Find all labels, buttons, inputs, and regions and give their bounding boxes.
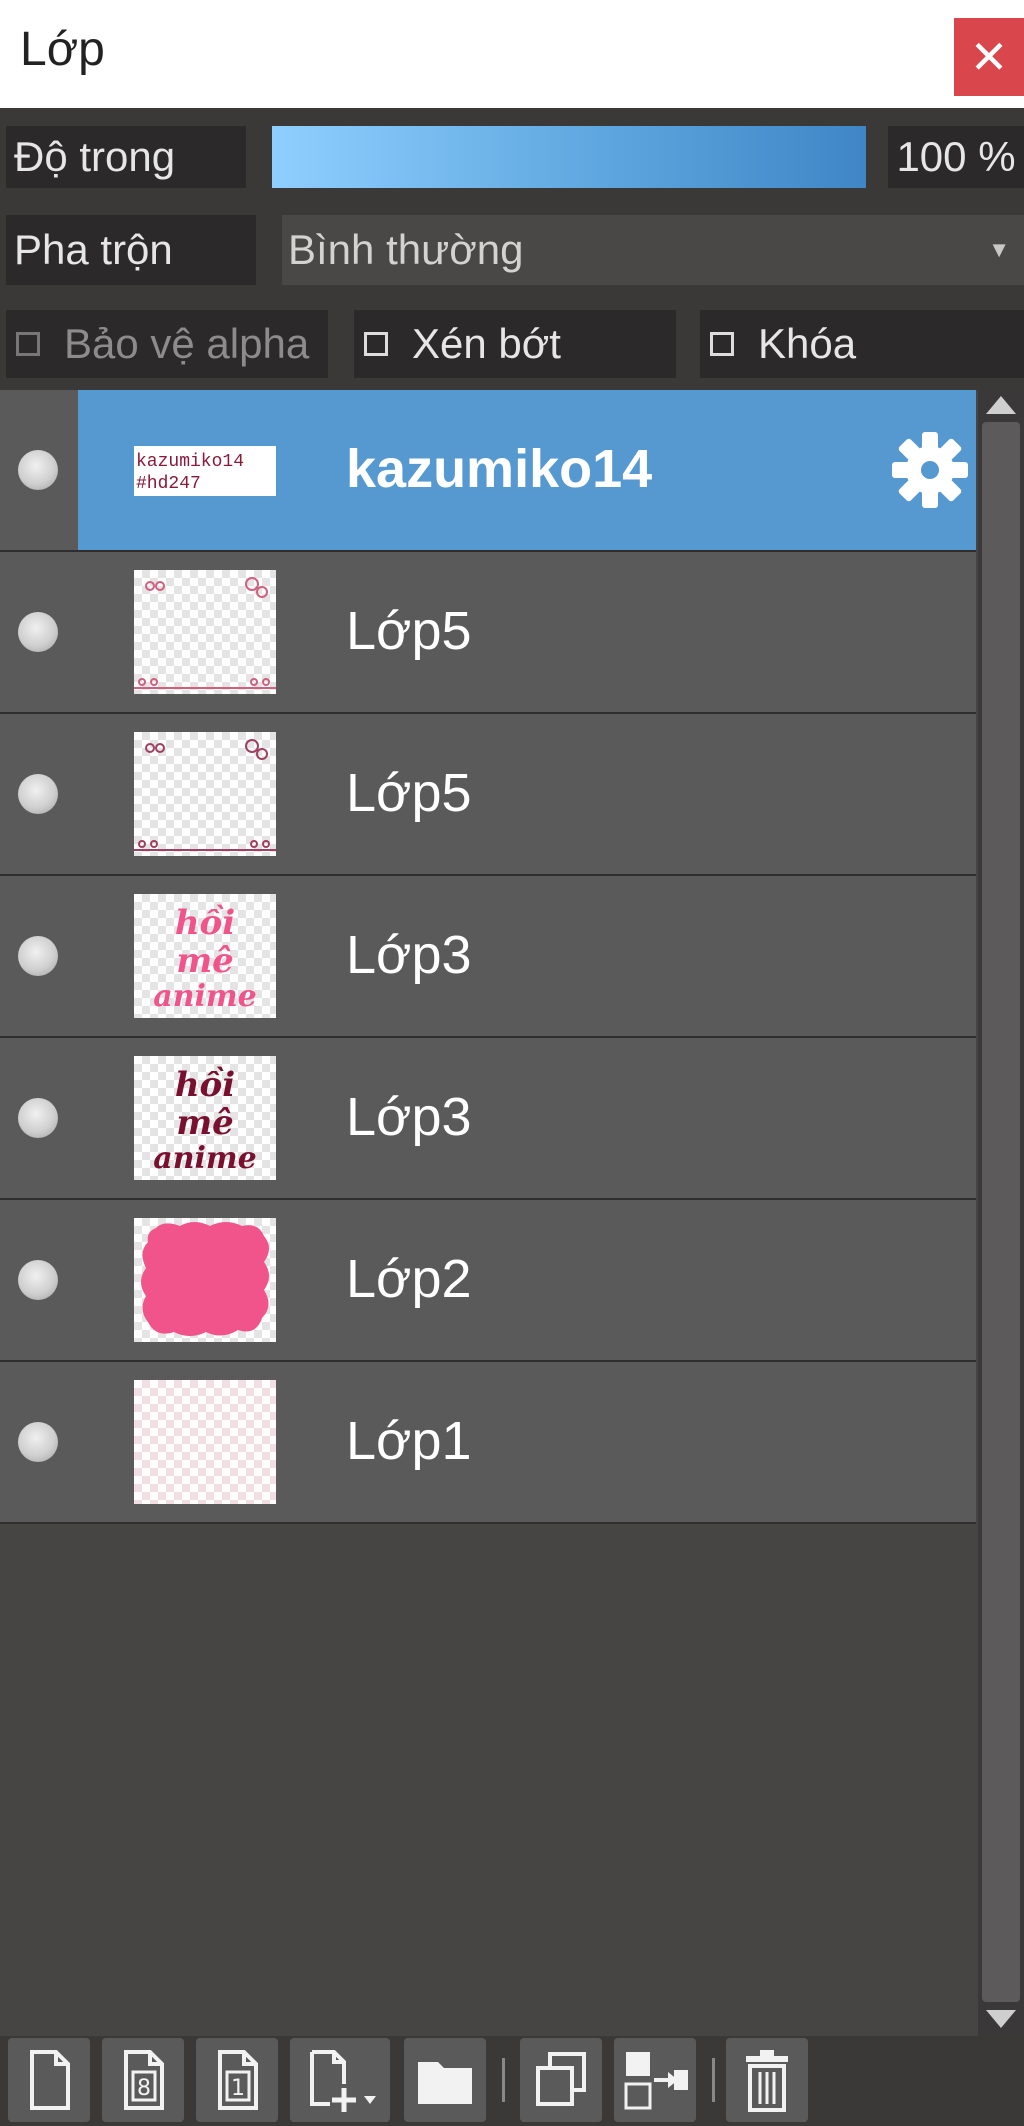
visibility-toggle-icon[interactable] [18,612,58,652]
protect-alpha-label: Bảo vệ alpha [64,320,310,367]
layer-thumbnail [134,732,276,856]
layer-row[interactable]: kazumiko14 #hd247 kazumiko14 [0,390,976,552]
add-layer-menu-icon [310,2050,376,2112]
blend-label: Pha trộn [6,215,256,285]
opacity-value[interactable]: 100 % [888,126,1024,188]
layer-name: Lớp3 [346,925,472,985]
opacity-slider[interactable] [272,126,866,188]
lock-label: Khóa [758,320,857,367]
layer-name: Lớp5 [346,763,472,823]
layer-row[interactable]: Lớp5 [0,714,976,876]
visibility-toggle-icon[interactable] [18,1098,58,1138]
new-8bit-layer-icon: 8 [124,2050,164,2110]
delete-layer-button[interactable] [726,2038,808,2122]
chevron-down-icon: ▼ [988,237,1010,262]
layer-thumbnail [134,1218,276,1342]
new-8bit-layer-button[interactable]: 8 [102,2038,184,2122]
panel-title: Lớp [20,23,105,76]
layer-thumbnail: hồi mê anime [134,894,276,1018]
thumb-word-1: hồi [175,903,235,943]
thumb-word-1: hồi [175,1065,235,1105]
checkbox-box [364,332,388,356]
layer-row[interactable]: hồi mê anime Lớp3 [0,1038,976,1200]
lettering-thumbnail-icon: hồi mê anime [153,903,256,1014]
layer-thumbnail: kazumiko14 #hd247 [134,408,276,532]
scroll-down-icon[interactable] [986,2010,1016,2028]
new-layer-button[interactable] [8,2038,90,2122]
opacity-label: Độ trong [6,126,246,188]
panel-titlebar: Lớp ✕ [0,0,1024,108]
thumb-word-3: anime [153,979,256,1014]
visibility-toggle-icon[interactable] [18,450,58,490]
thumb-word-3: anime [153,1141,256,1176]
layer-row[interactable]: hồi mê anime Lớp3 [0,876,976,1038]
protect-alpha-checkbox[interactable]: Bảo vệ alpha [6,310,328,378]
pink-shape-thumbnail-icon [141,1222,269,1336]
visibility-column [0,552,78,712]
clip-checkbox[interactable]: Xén bớt [354,310,676,378]
scroll-up-icon[interactable] [986,396,1016,414]
visibility-column [0,876,78,1036]
frame-thumbnail-icon [134,739,276,851]
visibility-toggle-icon[interactable] [18,774,58,814]
merge-down-icon [624,2052,688,2110]
visibility-toggle-icon[interactable] [18,1422,58,1462]
blend-mode-value: Bình thường [288,226,524,273]
new-layer-icon [30,2050,70,2110]
layer-list-scrollbar[interactable] [978,390,1024,2036]
blend-mode-select[interactable]: Bình thường ▼ [282,215,1024,285]
layer-thumbnail [134,1380,276,1504]
delete-layer-icon [746,2050,788,2112]
add-layer-menu-button[interactable] [290,2038,390,2122]
new-1bit-layer-button[interactable]: 1 [196,2038,278,2122]
layer-name: Lớp5 [346,601,472,661]
layer-name: Lớp1 [346,1411,472,1471]
duplicate-layer-icon [536,2052,586,2106]
layer-thumbnail [134,570,276,694]
duplicate-layer-button[interactable] [520,2038,602,2122]
new-1bit-layer-icon: 1 [218,2050,258,2110]
toolbar-divider [712,2058,715,2102]
new-folder-icon [418,2062,472,2104]
checkbox-box [710,332,734,356]
layer-name: Lớp3 [346,1087,472,1147]
new-folder-button[interactable] [404,2038,486,2122]
thumb-text-line-1: kazumiko14 [136,452,244,472]
layer-row[interactable]: Lớp5 [0,552,976,714]
thumb-word-2: mê [176,941,234,981]
lock-checkbox[interactable]: Khóa [700,310,1024,378]
visibility-column [0,714,78,874]
thumb-text-line-2: #hd247 [136,474,201,494]
visibility-column [0,1362,78,1522]
visibility-toggle-icon[interactable] [18,936,58,976]
layer-name: Lớp2 [346,1249,472,1309]
close-button[interactable]: ✕ [954,18,1024,96]
layer-row[interactable]: Lớp1 [0,1362,976,1524]
merge-down-button[interactable] [614,2038,696,2122]
toolbar-divider [502,2058,505,2102]
visibility-column [0,1038,78,1198]
text-thumbnail-icon: kazumiko14 #hd247 [134,408,276,532]
layer-list: kazumiko14 #hd247 kazumiko14 Lớp5 Lớp5 h… [0,390,978,1524]
layer-thumbnail: hồi mê anime [134,1056,276,1180]
checkbox-box [16,332,40,356]
layer-row[interactable]: Lớp2 [0,1200,976,1362]
badge-1-text: 1 [231,2076,245,2101]
lettering-thumbnail-icon: hồi mê anime [153,1065,256,1176]
frame-thumbnail-icon [134,577,276,689]
layer-name: kazumiko14 [346,439,653,499]
clip-label: Xén bớt [412,320,561,367]
thumb-word-2: mê [176,1103,234,1143]
badge-8-text: 8 [137,2076,151,2101]
visibility-toggle-icon[interactable] [18,1260,58,1300]
layer-toolbar: 8 1 [0,2036,1024,2126]
scrollbar-thumb[interactable] [982,422,1020,2002]
gear-icon[interactable] [890,430,970,510]
visibility-column [0,1200,78,1360]
visibility-column [0,390,78,550]
